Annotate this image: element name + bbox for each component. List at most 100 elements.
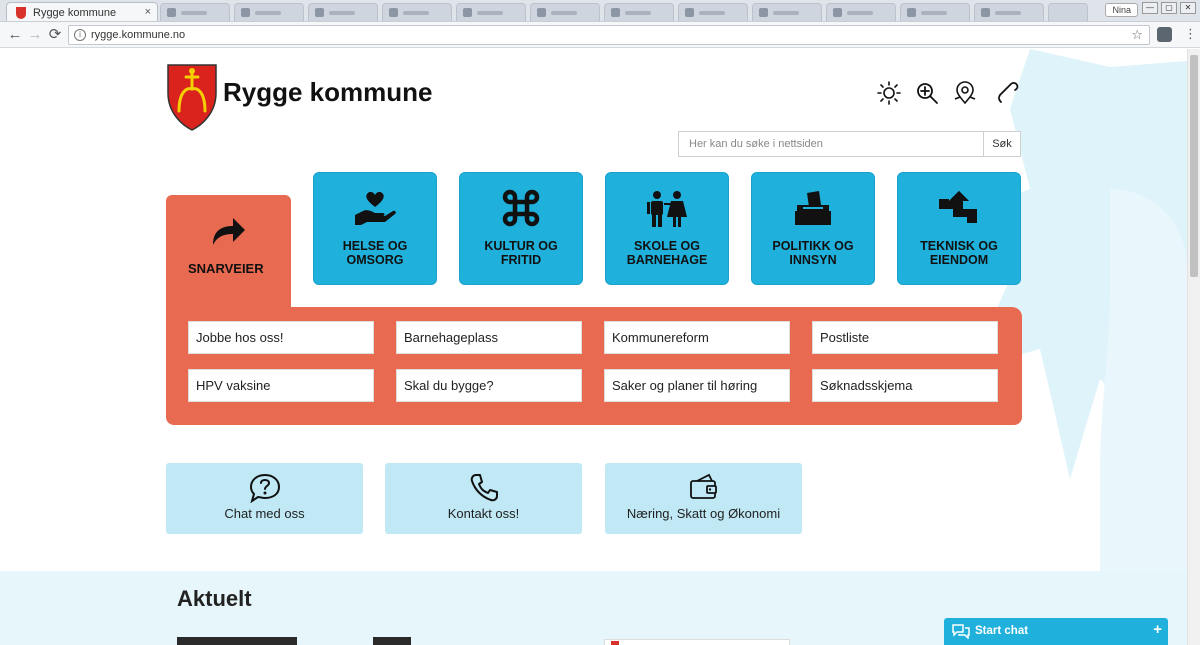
ballot-box-icon bbox=[795, 191, 831, 225]
category-label: POLITIKK OG INNSYN bbox=[772, 239, 854, 267]
window-controls: — ▢ ✕ bbox=[1142, 2, 1196, 14]
url-text: rygge.kommune.no bbox=[91, 29, 186, 41]
profile-badge[interactable]: Nina bbox=[1105, 3, 1138, 17]
category-skole-og-barnehage[interactable]: SKOLE OG BARNEHAGE bbox=[605, 172, 729, 285]
search-input[interactable] bbox=[679, 132, 984, 156]
browser-tab-strip: Rygge kommune × Nina — ▢ ✕ bbox=[0, 0, 1200, 22]
heart-hand-icon bbox=[355, 191, 396, 225]
url-input[interactable]: i rygge.kommune.no ☆ bbox=[68, 25, 1150, 45]
brightness-icon[interactable] bbox=[877, 81, 901, 105]
shortcut-link[interactable]: Kommunereform bbox=[604, 321, 790, 354]
quick-link-chat[interactable]: Chat med oss bbox=[166, 463, 363, 534]
quick-link-kontakt[interactable]: Kontakt oss! bbox=[385, 463, 582, 534]
browser-tab[interactable] bbox=[604, 3, 674, 21]
tab-favicon-icon bbox=[759, 8, 768, 17]
map-pin-icon[interactable] bbox=[953, 81, 977, 105]
tab-favicon-icon bbox=[537, 8, 546, 17]
forward-arrow-icon[interactable]: → bbox=[26, 26, 44, 44]
shortcut-link[interactable]: Saker og planer til høring bbox=[604, 369, 790, 402]
browser-tab[interactable] bbox=[752, 3, 822, 21]
site-info-icon[interactable]: i bbox=[74, 29, 86, 41]
shortcut-link[interactable]: HPV vaksine bbox=[188, 369, 374, 402]
shortcut-link[interactable]: Postliste bbox=[812, 321, 998, 354]
browser-tab[interactable] bbox=[974, 3, 1044, 21]
reload-icon[interactable]: ⟳ bbox=[46, 26, 64, 44]
bookmark-star-icon[interactable]: ☆ bbox=[1131, 27, 1143, 43]
shortcut-link[interactable]: Jobbe hos oss! bbox=[188, 321, 374, 354]
tab-title-blurred bbox=[699, 11, 725, 15]
category-teknisk-og-eiendom[interactable]: TEKNISK OG EIENDOM bbox=[897, 172, 1021, 285]
expand-plus-icon[interactable]: + bbox=[1153, 621, 1162, 638]
tab-favicon-icon bbox=[685, 8, 694, 17]
browser-tab[interactable] bbox=[826, 3, 896, 21]
browser-tab[interactable] bbox=[160, 3, 230, 21]
browser-menu-icon[interactable]: ⋮ bbox=[1184, 26, 1197, 42]
tab-title: Rygge kommune bbox=[33, 7, 117, 19]
start-chat-widget[interactable]: Start chat + bbox=[944, 618, 1168, 645]
minimize-button[interactable]: — bbox=[1142, 2, 1158, 14]
news-headline-cropped[interactable] bbox=[373, 637, 411, 645]
tab-title-blurred bbox=[403, 11, 429, 15]
extension-icon[interactable] bbox=[1157, 27, 1172, 42]
snarveier-label: SNARVEIER bbox=[188, 261, 264, 276]
phone-icon[interactable] bbox=[996, 81, 1020, 105]
tab-title-blurred bbox=[995, 11, 1021, 15]
quick-link-label: Chat med oss bbox=[224, 506, 305, 521]
tab-favicon-icon bbox=[981, 8, 990, 17]
news-headline-cropped[interactable] bbox=[177, 637, 297, 645]
category-kultur-og-fritid[interactable]: KULTUR OG FRITID bbox=[459, 172, 583, 285]
page-viewport: Rygge kommune Søk SNARVEIER bbox=[0, 49, 1200, 645]
browser-tab[interactable] bbox=[308, 3, 378, 21]
pipe-icon bbox=[939, 191, 977, 223]
favicon-icon bbox=[16, 7, 26, 19]
browser-tab[interactable] bbox=[382, 3, 452, 21]
tab-title-blurred bbox=[255, 11, 281, 15]
tab-favicon-icon bbox=[611, 8, 620, 17]
tab-title-blurred bbox=[181, 11, 207, 15]
browser-tab[interactable] bbox=[234, 3, 304, 21]
snarveier-tab bbox=[166, 195, 291, 315]
tab-favicon-icon bbox=[167, 8, 176, 17]
page-scrollbar[interactable] bbox=[1187, 49, 1200, 645]
children-icon bbox=[647, 191, 687, 227]
scrollbar-thumb[interactable] bbox=[1190, 55, 1198, 277]
category-label: SKOLE OG BARNEHAGE bbox=[626, 239, 708, 267]
tab-favicon-icon bbox=[833, 8, 842, 17]
tab-title-blurred bbox=[477, 11, 503, 15]
wallet-icon bbox=[689, 473, 717, 499]
tab-close-icon[interactable]: × bbox=[145, 6, 151, 18]
maximize-button[interactable]: ▢ bbox=[1161, 2, 1177, 14]
coat-of-arms-logo bbox=[167, 64, 217, 131]
close-window-button[interactable]: ✕ bbox=[1180, 2, 1196, 14]
shortcut-arrow-icon bbox=[213, 218, 245, 245]
news-card-cropped[interactable] bbox=[604, 639, 790, 645]
back-arrow-icon[interactable]: ← bbox=[6, 26, 24, 44]
browser-tab[interactable] bbox=[900, 3, 970, 21]
tab-favicon-icon bbox=[241, 8, 250, 17]
browser-tab[interactable] bbox=[530, 3, 600, 21]
phone-icon bbox=[470, 474, 498, 502]
aktuelt-heading: Aktuelt bbox=[177, 586, 252, 611]
shortcut-link[interactable]: Skal du bygge? bbox=[396, 369, 582, 402]
tab-title-blurred bbox=[773, 11, 799, 15]
quick-link-naering[interactable]: Næring, Skatt og Økonomi bbox=[605, 463, 802, 534]
new-tab-button[interactable] bbox=[1048, 3, 1088, 21]
zoom-in-icon[interactable] bbox=[915, 81, 939, 105]
category-politikk-og-innsyn[interactable]: POLITIKK OG INNSYN bbox=[751, 172, 875, 285]
quick-link-label: Kontakt oss! bbox=[447, 506, 520, 521]
site-title[interactable]: Rygge kommune bbox=[223, 77, 433, 108]
address-bar-row: ← → ⟳ i rygge.kommune.no ☆ ⋮ bbox=[0, 22, 1200, 48]
tab-favicon-icon bbox=[389, 8, 398, 17]
start-chat-label: Start chat bbox=[975, 625, 1029, 637]
category-helse-og-omsorg[interactable]: HELSE OG OMSORG bbox=[313, 172, 437, 285]
browser-tab[interactable] bbox=[678, 3, 748, 21]
search-button[interactable]: Søk bbox=[984, 132, 1020, 156]
shortcut-link[interactable]: Søknadsskjema bbox=[812, 369, 998, 402]
browser-tab[interactable] bbox=[456, 3, 526, 21]
category-label: HELSE OG OMSORG bbox=[342, 239, 408, 267]
tab-title-blurred bbox=[847, 11, 873, 15]
tab-favicon-icon bbox=[463, 8, 472, 17]
shortcut-link[interactable]: Barnehageplass bbox=[396, 321, 582, 354]
category-label: KULTUR OG FRITID bbox=[484, 239, 558, 267]
browser-tab-active[interactable]: Rygge kommune × bbox=[6, 2, 158, 21]
